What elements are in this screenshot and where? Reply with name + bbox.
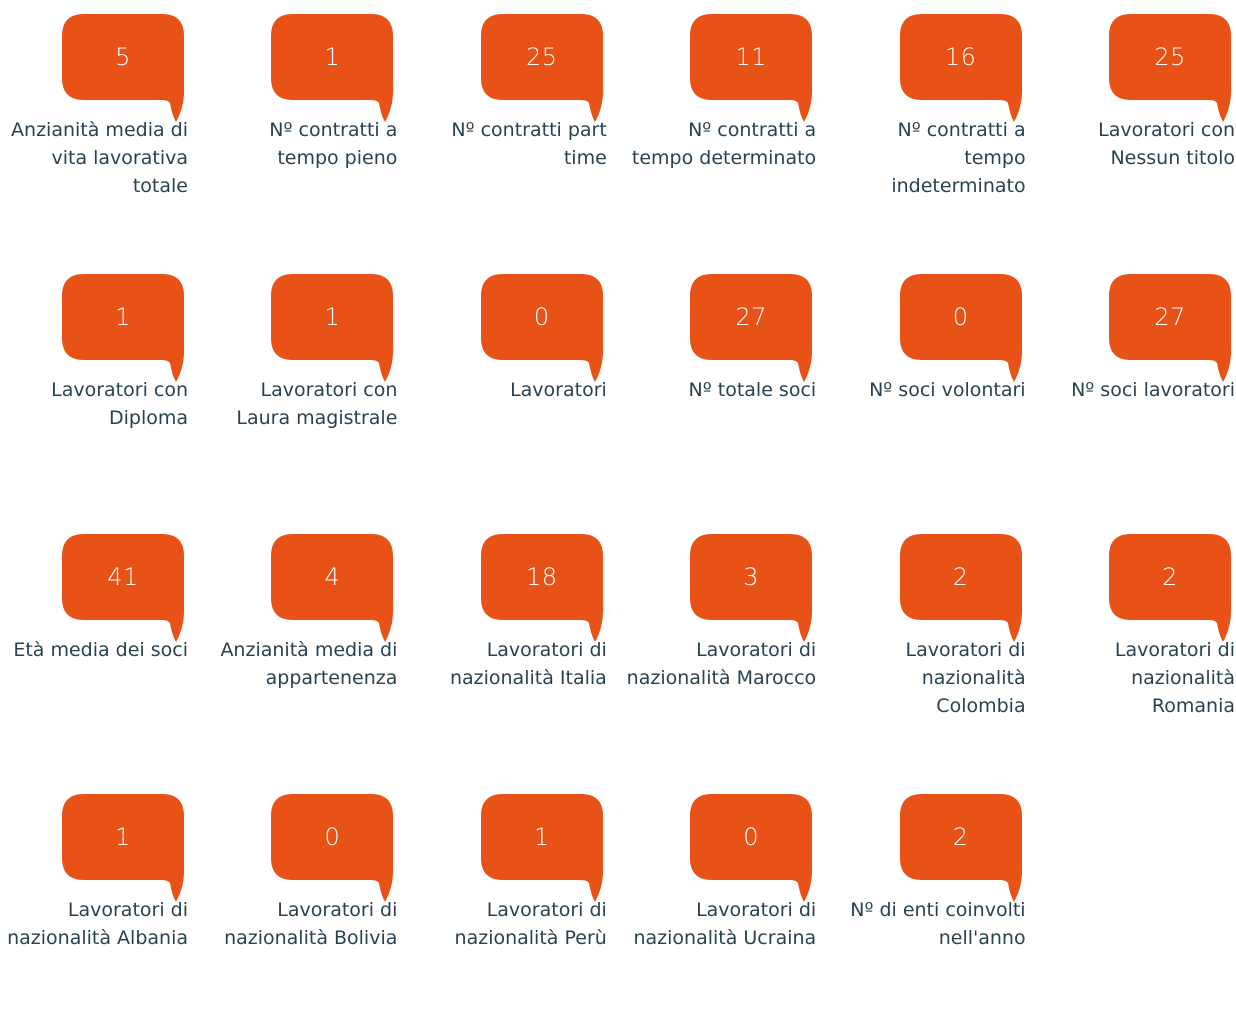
stat-card: 1 Lavoratori di nazionalità Albania (0, 780, 190, 1010)
stat-card: 16 Nº contratti a tempo indeterminato (838, 0, 1028, 230)
stat-card: 2 Lavoratori di nazionalità Romania (1047, 520, 1236, 750)
speech-bubble-icon: 25 (1109, 14, 1235, 124)
speech-bubble-icon: 1 (271, 274, 397, 384)
stat-value: 0 (952, 303, 969, 331)
speech-bubble-icon: 41 (62, 534, 188, 644)
stat-value: 16 (944, 43, 977, 71)
stat-value: 1 (324, 303, 341, 331)
stat-label: Lavoratori di nazionalità Perù (454, 899, 607, 949)
speech-bubble-icon: 25 (480, 14, 607, 124)
stat-card: 11 Nº contratti a tempo determinato (628, 0, 818, 230)
stat-label: Lavoratori di nazionalità Albania (7, 899, 188, 949)
stat-value: 0 (533, 303, 550, 331)
stat-card: 27 Nº soci lavoratori (1047, 260, 1236, 490)
stat-card: 0 Lavoratori di nazionalità Ucraina (628, 780, 818, 1010)
speech-bubble-icon: 5 (62, 14, 188, 124)
stat-card: 4 Anzianità media di appartenenza (209, 520, 399, 750)
stat-label: Lavoratori di nazionalità Colombia (905, 639, 1026, 717)
stat-card: 2 Lavoratori di nazionalità Colombia (838, 520, 1028, 750)
stat-label: Nº contratti a tempo pieno (269, 119, 398, 169)
stat-card: 25 Lavoratori con Nessun titolo (1047, 0, 1236, 230)
stat-value: 3 (743, 563, 760, 591)
stat-card: 27 Nº totale soci (628, 260, 818, 490)
stat-label: Anzianità media di vita lavorativa total… (11, 119, 188, 197)
stat-card: 1 Lavoratori di nazionalità Perù (419, 780, 609, 1010)
stat-label: Nº contratti a tempo indeterminato (891, 119, 1026, 197)
stats-grid: 5 Anzianità media di vita lavorativa tot… (0, 0, 1236, 989)
stat-value: 25 (526, 43, 558, 71)
speech-bubble-icon: 11 (690, 14, 816, 124)
speech-bubble-icon: 18 (480, 534, 607, 644)
stat-value: 1 (115, 303, 131, 331)
stat-card: 5 Anzianità media di vita lavorativa tot… (0, 0, 190, 230)
speech-bubble-icon: 0 (480, 274, 607, 384)
speech-bubble-icon: 27 (690, 274, 816, 384)
stat-label: Lavoratori di nazionalità Romania (1114, 639, 1235, 717)
stat-label: Lavoratori di nazionalità Ucraina (633, 899, 817, 949)
stat-card: 2 Nº di enti coinvolti nell'anno (838, 780, 1028, 1010)
speech-bubble-icon: 4 (271, 534, 397, 644)
stat-value: 1 (533, 823, 550, 851)
stat-card: 0 Nº soci volontari (838, 260, 1028, 490)
stat-label: Lavoratori con Laura magistrale (236, 379, 398, 429)
stat-value: 2 (952, 823, 969, 851)
stat-label: Nº soci volontari (869, 379, 1026, 401)
stat-value: 27 (735, 303, 767, 331)
speech-bubble-icon: 27 (1109, 274, 1235, 384)
stat-value: 4 (324, 563, 341, 591)
stat-label: Lavoratori di nazionalità Bolivia (224, 899, 398, 949)
speech-bubble-icon: 2 (899, 534, 1026, 644)
speech-bubble-icon: 1 (271, 14, 397, 124)
speech-bubble-icon: 2 (899, 794, 1026, 904)
stat-value: 2 (952, 563, 969, 591)
stat-card: 0 Lavoratori (419, 260, 609, 490)
stat-label: Lavoratori con Diploma (51, 379, 188, 429)
stat-value: 41 (107, 563, 139, 591)
stat-label: Lavoratori di nazionalità Italia (449, 639, 607, 689)
speech-bubble-icon: 0 (271, 794, 397, 904)
speech-bubble-icon: 3 (690, 534, 816, 644)
stat-value: 0 (324, 823, 341, 851)
stat-card: 0 Lavoratori di nazionalità Bolivia (209, 780, 399, 1010)
stat-value: 27 (1154, 303, 1186, 331)
stat-label: Nº contratti a tempo determinato (631, 119, 817, 169)
stat-label: Nº contratti part time (451, 119, 607, 169)
stat-label: Lavoratori di nazionalità Marocco (626, 639, 817, 689)
speech-bubble-icon: 1 (480, 794, 607, 904)
speech-bubble-icon: 0 (690, 794, 816, 904)
stat-card: 3 Lavoratori di nazionalità Marocco (626, 520, 818, 750)
stat-value: 1 (324, 43, 341, 71)
speech-bubble-icon: 16 (899, 14, 1026, 124)
stat-label: Anzianità media di appartenenza (220, 639, 398, 689)
speech-bubble-icon: 2 (1109, 534, 1235, 644)
stat-value: 2 (1162, 563, 1178, 591)
stat-value: 5 (115, 43, 131, 71)
stat-label: Nº totale soci (688, 379, 817, 401)
stat-label: Età media dei soci (13, 639, 188, 661)
stat-card: 1 Lavoratori con Diploma (0, 260, 190, 490)
stat-label: Nº soci lavoratori (1071, 379, 1235, 401)
stat-value: 18 (526, 563, 558, 591)
speech-bubble-icon: 1 (62, 794, 188, 904)
stat-label: Lavoratori (510, 379, 607, 401)
speech-bubble-icon: 1 (62, 274, 188, 384)
stat-card: 41 Età media dei soci (0, 520, 190, 750)
stat-card: 1 Lavoratori con Laura magistrale (209, 260, 399, 490)
stat-card: 1 Nº contratti a tempo pieno (209, 0, 399, 230)
stat-label: Nº di enti coinvolti nell'anno (850, 899, 1026, 949)
stat-value: 25 (1154, 43, 1186, 71)
speech-bubble-icon: 0 (899, 274, 1026, 384)
stat-value: 0 (743, 823, 760, 851)
stat-label: Lavoratori con Nessun titolo (1098, 119, 1235, 169)
stat-card: 18 Lavoratori di nazionalità Italia (419, 520, 609, 750)
stat-card: 25 Nº contratti part time (419, 0, 609, 230)
stat-value: 1 (115, 823, 131, 851)
stat-value: 11 (735, 43, 767, 71)
